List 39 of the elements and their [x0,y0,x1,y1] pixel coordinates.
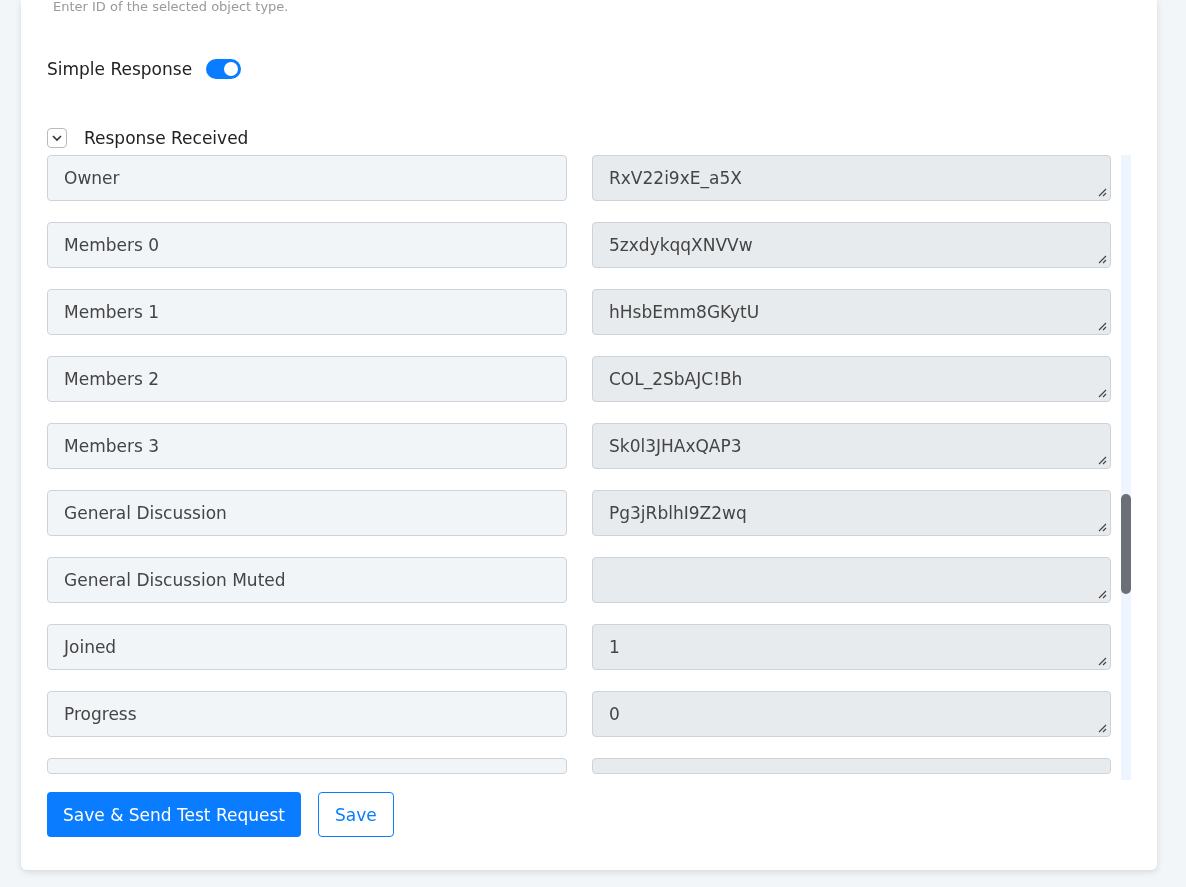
resize-grip-icon[interactable] [1097,187,1107,197]
resize-grip-icon[interactable] [1097,388,1107,398]
value-field[interactable] [592,758,1111,774]
chevron-icon [51,134,63,142]
value-field[interactable]: 5zxdykqqXNVVw [592,222,1111,268]
value-field[interactable]: 1 [592,624,1111,670]
scrollbar-track[interactable] [1121,155,1131,780]
key-field[interactable]: General Discussion [47,490,567,536]
section-title: Response Received [84,128,249,148]
key-field[interactable]: Members 2 [47,356,567,402]
key-field[interactable] [47,758,567,774]
key-field[interactable]: Members 0 [47,222,567,268]
resize-grip-icon[interactable] [1097,656,1107,666]
resize-grip-icon[interactable] [1097,321,1107,331]
resize-grip-icon[interactable] [1097,589,1107,599]
value-field[interactable]: hHsbEmm8GKytU [592,289,1111,335]
key-field[interactable]: Joined [47,624,567,670]
resize-grip-icon[interactable] [1097,723,1107,733]
key-field[interactable]: Progress [47,691,567,737]
key-field[interactable]: General Discussion Muted [47,557,567,603]
value-field[interactable]: 0 [592,691,1111,737]
resize-grip-icon[interactable] [1097,455,1107,465]
save-send-button[interactable]: Save & Send Test Request [47,792,301,837]
key-field[interactable]: Members 1 [47,289,567,335]
key-field[interactable]: Members 3 [47,423,567,469]
key-field[interactable]: Owner [47,155,567,201]
scrollbar-thumb[interactable] [1121,494,1131,594]
toggle-switch[interactable] [206,59,242,79]
value-field[interactable]: COL_2SbAJC!Bh [592,356,1111,402]
hint-text: Enter ID of the selected object type. [52,0,290,16]
value-field[interactable]: Sk0l3JHAxQAP3 [592,423,1111,469]
value-field[interactable]: Pg3jRblhI9Z2wq [592,490,1111,536]
save-button[interactable]: Save [317,792,394,837]
resize-grip-icon[interactable] [1097,522,1107,532]
value-field[interactable]: RxV22i9xE_a5X [592,155,1111,201]
collapse-toggle[interactable] [47,128,67,148]
value-field[interactable] [592,557,1111,603]
resize-grip-icon[interactable] [1097,254,1107,264]
toggle-label: Simple Response [47,59,193,79]
